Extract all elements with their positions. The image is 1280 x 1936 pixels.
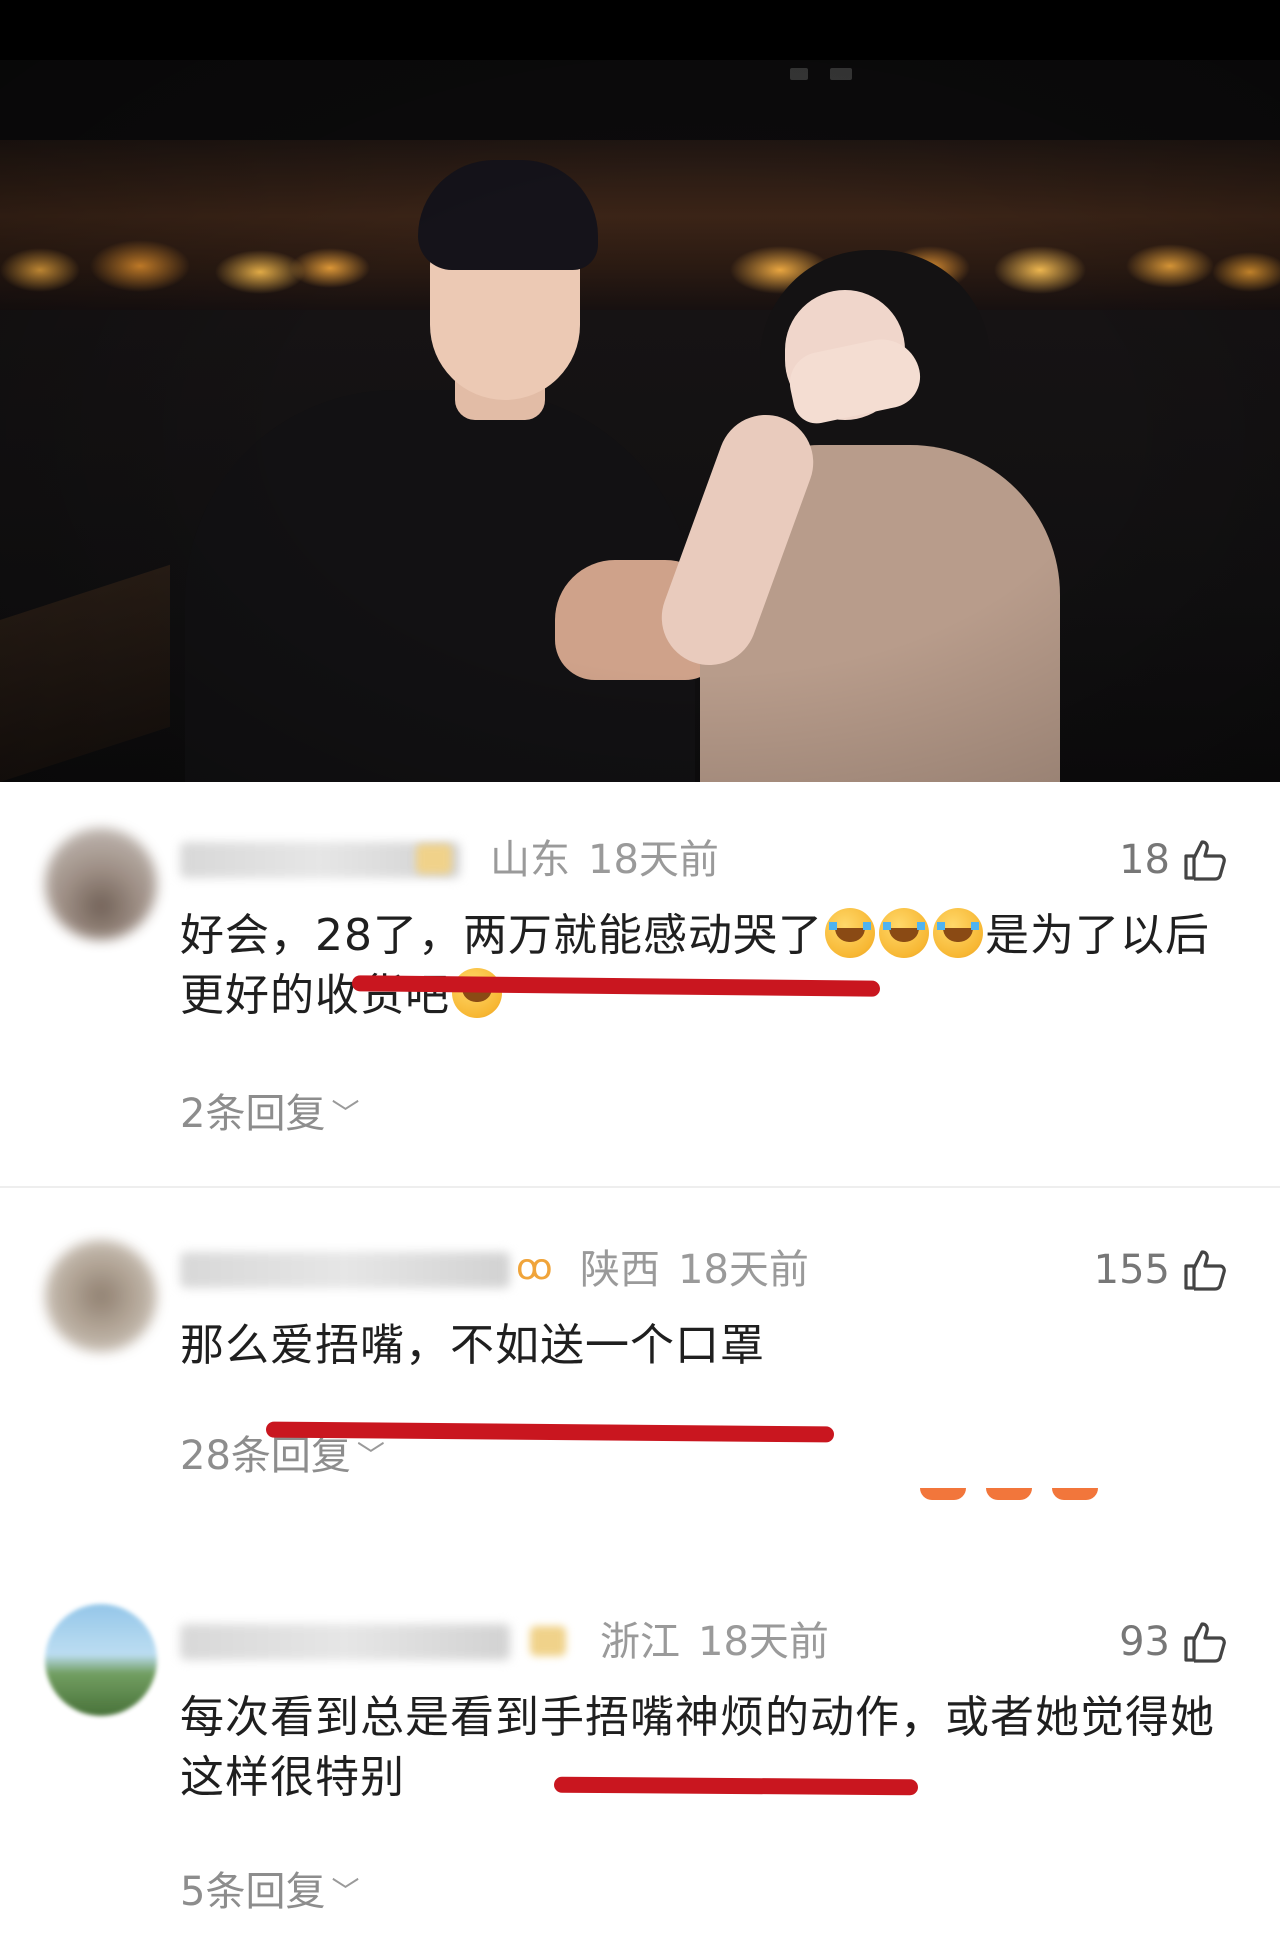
vignette xyxy=(0,0,1280,782)
chevron-down-icon: ﹀ xyxy=(331,1875,360,1908)
like-count: 18 xyxy=(1119,837,1170,883)
vip-badge-blurred xyxy=(416,844,452,874)
username-blurred[interactable] xyxy=(180,1624,510,1660)
video-frame[interactable] xyxy=(0,0,1280,782)
chevron-down-icon: ﹀ xyxy=(331,1097,360,1130)
comment-text-part1: 好会，28了，两万就能感动哭了 xyxy=(180,910,823,961)
replies-count: 28条回复 xyxy=(180,1433,351,1479)
like-count: 93 xyxy=(1119,1619,1170,1665)
replies-toggle[interactable]: 28条回复 ﹀ xyxy=(180,1436,385,1476)
thumbs-up-icon[interactable] xyxy=(1180,1246,1228,1294)
comment-text: 好会，28了，两万就能感动哭了 是为了以后更好的收货吧 xyxy=(180,906,1240,1026)
timestamp: 18天前 xyxy=(698,1619,829,1665)
timestamp: 18天前 xyxy=(678,1247,809,1293)
comment-text: 那么爱捂嘴，不如送一个口罩 xyxy=(180,1320,765,1371)
comment-meta: 浙江 18天前 xyxy=(600,1622,847,1662)
avatar[interactable] xyxy=(45,1604,157,1716)
vip-badge-icon: ꝏ xyxy=(516,1247,553,1288)
avatar[interactable] xyxy=(45,828,157,940)
like-count: 155 xyxy=(1093,1247,1170,1293)
comment-divider xyxy=(0,1186,1280,1188)
crying-laughing-emoji xyxy=(825,908,875,958)
vip-badge-blurred xyxy=(530,1626,566,1656)
chevron-down-icon: ﹀ xyxy=(356,1439,385,1472)
thumbs-up-icon[interactable] xyxy=(1180,836,1228,884)
username-blurred[interactable] xyxy=(180,1252,510,1288)
comment-meta: 陕西 18天前 xyxy=(580,1250,827,1290)
location-label: 浙江 xyxy=(600,1619,680,1665)
annotation-underline xyxy=(553,1776,919,1796)
timestamp: 18天前 xyxy=(588,837,719,883)
crying-laughing-emoji xyxy=(879,908,929,958)
crying-laughing-emoji xyxy=(933,908,983,958)
replies-toggle[interactable]: 2条回复 ﹀ xyxy=(180,1094,359,1134)
replies-toggle[interactable]: 5条回复 ﹀ xyxy=(180,1872,359,1912)
thumbs-up-icon[interactable] xyxy=(1180,1618,1228,1666)
replies-count: 5条回复 xyxy=(180,1869,326,1915)
location-label: 陕西 xyxy=(580,1247,660,1293)
avatar[interactable] xyxy=(45,1240,157,1352)
location-label: 山东 xyxy=(490,837,570,883)
partial-emoji-row xyxy=(920,1488,1100,1502)
replies-count: 2条回复 xyxy=(180,1091,326,1137)
comment-meta: 山东 18天前 xyxy=(490,840,737,880)
